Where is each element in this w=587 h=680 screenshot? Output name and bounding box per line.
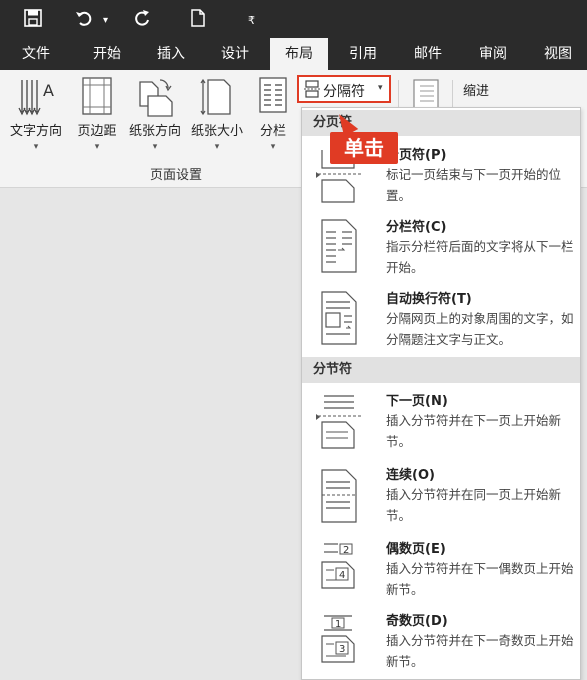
menu-item-even-page[interactable]: 24 偶数页(E) 插入分节符并在下一偶数页上开始新节。 bbox=[302, 538, 580, 604]
breaks-icon bbox=[304, 80, 320, 102]
size-label: 纸张大小 bbox=[190, 124, 243, 139]
menu-item-description: 标记一页结束与下一页开始的位置。 bbox=[386, 167, 562, 203]
columns-label: 分栏 bbox=[259, 124, 286, 139]
orientation-label: 纸张方向 bbox=[128, 124, 181, 139]
menu-item-description: 指示分栏符后面的文字将从下一栏开始。 bbox=[386, 239, 574, 275]
tab-mailings[interactable]: 邮件 bbox=[400, 38, 456, 70]
columns-icon bbox=[258, 76, 288, 120]
next-page-break-icon bbox=[316, 394, 364, 454]
margins-icon bbox=[80, 76, 114, 120]
menu-item-title: 下一页(N) bbox=[386, 394, 448, 409]
menu-item-description: 分隔网页上的对象周围的文字，如分隔题注文字与正文。 bbox=[386, 311, 574, 347]
menu-item-continuous[interactable]: 连续(O) 插入分节符并在同一页上开始新节。 bbox=[302, 464, 580, 530]
chevron-down-icon: ▾ bbox=[270, 142, 276, 152]
tab-view[interactable]: 视图 bbox=[530, 38, 586, 70]
menu-item-column-break[interactable]: 分栏符(C) 指示分栏符后面的文字将从下一栏开始。 bbox=[302, 216, 580, 280]
odd-page-break-icon: 13 bbox=[316, 612, 364, 672]
svg-text:3: 3 bbox=[339, 644, 345, 655]
tab-home[interactable]: 开始 bbox=[79, 38, 135, 70]
undo-icon[interactable] bbox=[75, 9, 93, 31]
tab-review[interactable]: 审阅 bbox=[465, 38, 521, 70]
svg-text:4: 4 bbox=[339, 570, 345, 581]
indent-label: 缩进 bbox=[463, 84, 490, 99]
size-icon bbox=[200, 76, 234, 122]
new-document-icon[interactable] bbox=[190, 9, 206, 31]
tab-insert[interactable]: 插入 bbox=[143, 38, 199, 70]
text-direction-label: 文字方向 bbox=[9, 124, 62, 139]
menu-item-title: 分栏符(C) bbox=[386, 220, 447, 235]
tab-design[interactable]: 设计 bbox=[207, 38, 263, 70]
save-icon[interactable] bbox=[24, 9, 42, 31]
menu-item-title: 连续(O) bbox=[386, 468, 435, 483]
breaks-button[interactable]: 分隔符 ▾ bbox=[297, 75, 391, 103]
size-button[interactable]: 纸张大小 ▾ bbox=[186, 70, 248, 162]
page-setup-group-label: 页面设置 bbox=[150, 168, 203, 183]
menu-item-description: 插入分节符并在下一偶数页上开始新节。 bbox=[386, 561, 574, 597]
menu-item-title: 奇数页(D) bbox=[386, 614, 448, 629]
title-bar: ▾ ₹ bbox=[0, 0, 587, 38]
customize-toolbar-icon[interactable]: ₹ bbox=[248, 12, 255, 30]
chevron-down-icon: ▾ bbox=[94, 142, 100, 152]
breaks-label: 分隔符 bbox=[323, 84, 365, 100]
orientation-button[interactable]: 纸张方向 ▾ bbox=[124, 70, 186, 162]
breaks-dropdown-menu: 分页符 分页符(P) 标记一页结束与下一页开始的位置。 分栏符(C) 指示分栏符… bbox=[301, 107, 581, 680]
text-direction-icon: A bbox=[16, 76, 56, 122]
menu-item-next-page[interactable]: 下一页(N) 插入分节符并在下一页上开始新节。 bbox=[302, 390, 580, 456]
menu-item-description: 插入分节符并在同一页上开始新节。 bbox=[386, 487, 562, 523]
orientation-icon bbox=[136, 76, 174, 122]
margins-label: 页边距 bbox=[77, 124, 117, 139]
menu-item-odd-page[interactable]: 13 奇数页(D) 插入分节符并在下一奇数页上开始新节。 bbox=[302, 610, 580, 676]
continuous-break-icon bbox=[316, 468, 364, 528]
chevron-down-icon: ▾ bbox=[214, 142, 220, 152]
even-page-break-icon: 24 bbox=[316, 540, 364, 600]
menu-item-title: 自动换行符(T) bbox=[386, 292, 472, 307]
menu-item-description: 插入分节符并在下一奇数页上开始新节。 bbox=[386, 633, 574, 669]
undo-dropdown-icon[interactable]: ▾ bbox=[103, 12, 108, 30]
text-wrapping-break-icon bbox=[316, 290, 364, 350]
svg-text:A: A bbox=[43, 81, 54, 100]
columns-button[interactable]: 分栏 ▾ bbox=[250, 70, 296, 162]
chevron-down-icon: ▾ bbox=[33, 142, 39, 152]
ribbon-tab-bar: 文件 开始 插入 设计 布局 引用 邮件 审阅 视图 bbox=[0, 38, 587, 70]
chevron-down-icon: ▾ bbox=[378, 83, 383, 93]
tab-layout[interactable]: 布局 bbox=[270, 38, 328, 70]
click-callout: 单击 bbox=[330, 132, 398, 164]
margins-button[interactable]: 页边距 ▾ bbox=[68, 70, 126, 162]
svg-text:2: 2 bbox=[343, 545, 349, 556]
menu-item-title: 偶数页(E) bbox=[386, 542, 446, 557]
redo-icon[interactable] bbox=[133, 9, 151, 31]
column-break-icon bbox=[316, 218, 364, 278]
chevron-down-icon: ▾ bbox=[152, 142, 158, 152]
svg-text:1: 1 bbox=[335, 619, 341, 630]
section-breaks-header: 分节符 bbox=[302, 357, 580, 383]
text-direction-button[interactable]: A 文字方向 ▾ bbox=[4, 70, 68, 162]
menu-item-text-wrapping-break[interactable]: 自动换行符(T) 分隔网页上的对象周围的文字，如分隔题注文字与正文。 bbox=[302, 288, 580, 352]
tab-references[interactable]: 引用 bbox=[335, 38, 391, 70]
menu-item-description: 插入分节符并在下一页上开始新节。 bbox=[386, 413, 562, 449]
tab-file[interactable]: 文件 bbox=[8, 38, 64, 70]
